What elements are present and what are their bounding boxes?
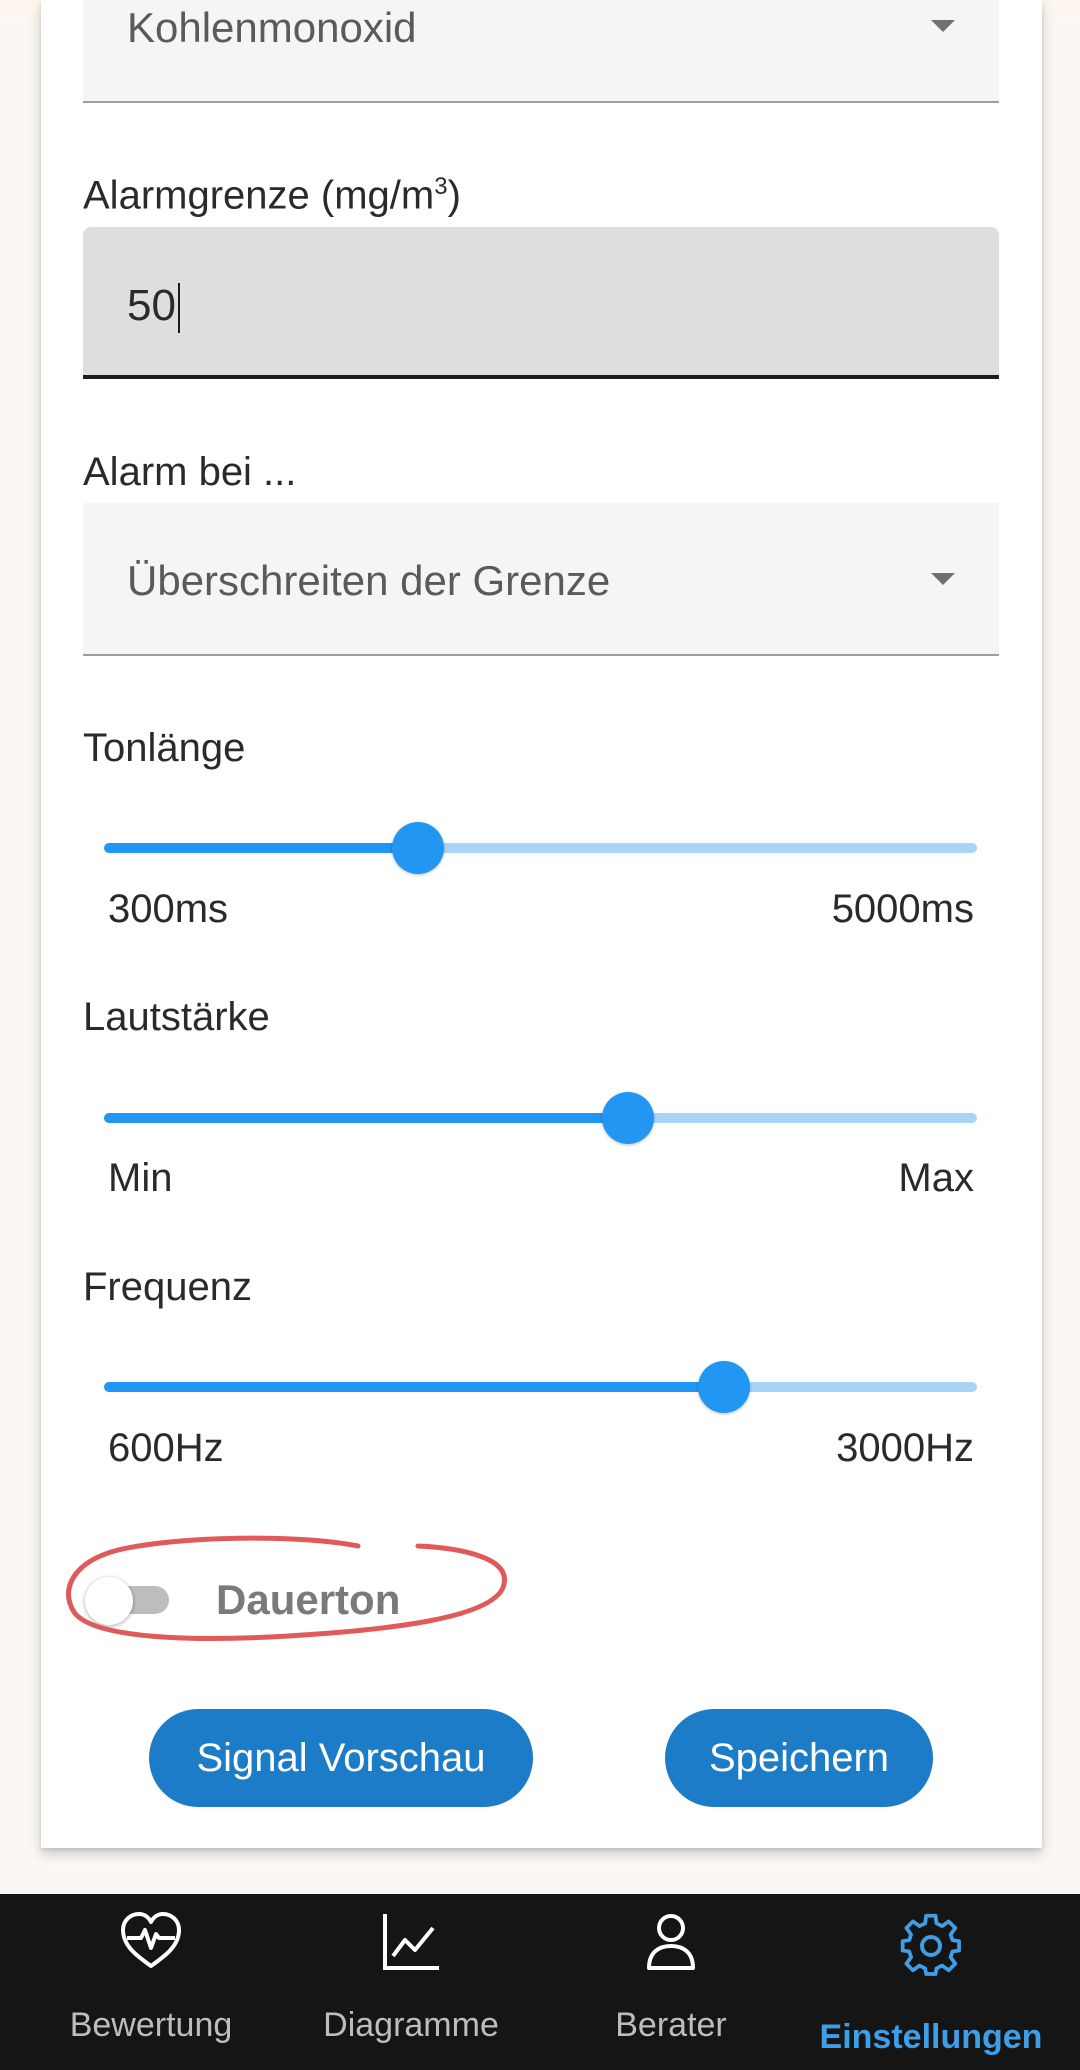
signal-preview-button[interactable]: Signal Vorschau [149, 1709, 533, 1807]
heart-pulse-icon [121, 1912, 181, 1968]
slider-thumb[interactable] [697, 1361, 750, 1413]
tone-length-label: Tonlänge [83, 726, 246, 770]
nav-label: Bewertung [69, 2006, 233, 2044]
slider-track-fill [104, 1113, 628, 1123]
alarm-limit-input[interactable]: 50 [83, 227, 999, 379]
gas-select[interactable]: Kohlenmonoxid [83, 0, 999, 103]
volume-label: Lautstärke [83, 995, 270, 1039]
chart-line-icon [383, 1914, 439, 1970]
frequency-slider[interactable] [104, 1361, 977, 1413]
tone-length-max: 5000ms [831, 887, 974, 931]
alarm-on-select[interactable]: Überschreiten der Grenze [83, 503, 999, 656]
chevron-down-icon [931, 20, 955, 32]
frequency-min: 600Hz [108, 1426, 224, 1470]
nav-label: Diagramme [323, 2006, 499, 2044]
slider-track-fill [104, 1382, 724, 1392]
chevron-down-icon [931, 573, 955, 585]
nav-label: Berater [615, 2006, 727, 2044]
slider-thumb[interactable] [392, 822, 445, 874]
gas-select-value: Kohlenmonoxid [127, 4, 417, 51]
alarm-limit-label: Alarmgrenze (mg/m3) [83, 173, 461, 218]
volume-slider[interactable] [104, 1092, 977, 1144]
alarm-on-label: Alarm bei ... [83, 450, 297, 494]
tone-length-slider[interactable] [104, 822, 977, 874]
gear-icon [900, 1913, 961, 1976]
frequency-max: 3000Hz [836, 1426, 974, 1470]
volume-min: Min [108, 1156, 173, 1200]
save-button[interactable]: Speichern [665, 1709, 933, 1807]
nav-label: Einstellungen [819, 2018, 1043, 2056]
annotation-circle [66, 1535, 507, 1641]
bottom-navigation: Bewertung Diagramme Berater Einstellunge… [0, 1894, 1080, 2070]
tone-length-min: 300ms [108, 887, 229, 931]
nav-item-berater[interactable]: Berater [541, 1894, 801, 2070]
slider-track-fill [104, 843, 419, 853]
nav-item-diagramme[interactable]: Diagramme [281, 1894, 541, 2070]
volume-max: Max [898, 1156, 974, 1200]
nav-item-bewertung[interactable]: Bewertung [21, 1894, 281, 2070]
frequency-label: Frequenz [83, 1265, 252, 1309]
slider-thumb[interactable] [601, 1092, 654, 1144]
person-icon [647, 1914, 695, 1970]
nav-item-einstellungen[interactable]: Einstellungen [801, 1894, 1061, 2070]
alarm-on-value: Überschreiten der Grenze [127, 557, 611, 604]
text-cursor [177, 283, 180, 334]
alarm-limit-value: 50 [127, 281, 176, 330]
